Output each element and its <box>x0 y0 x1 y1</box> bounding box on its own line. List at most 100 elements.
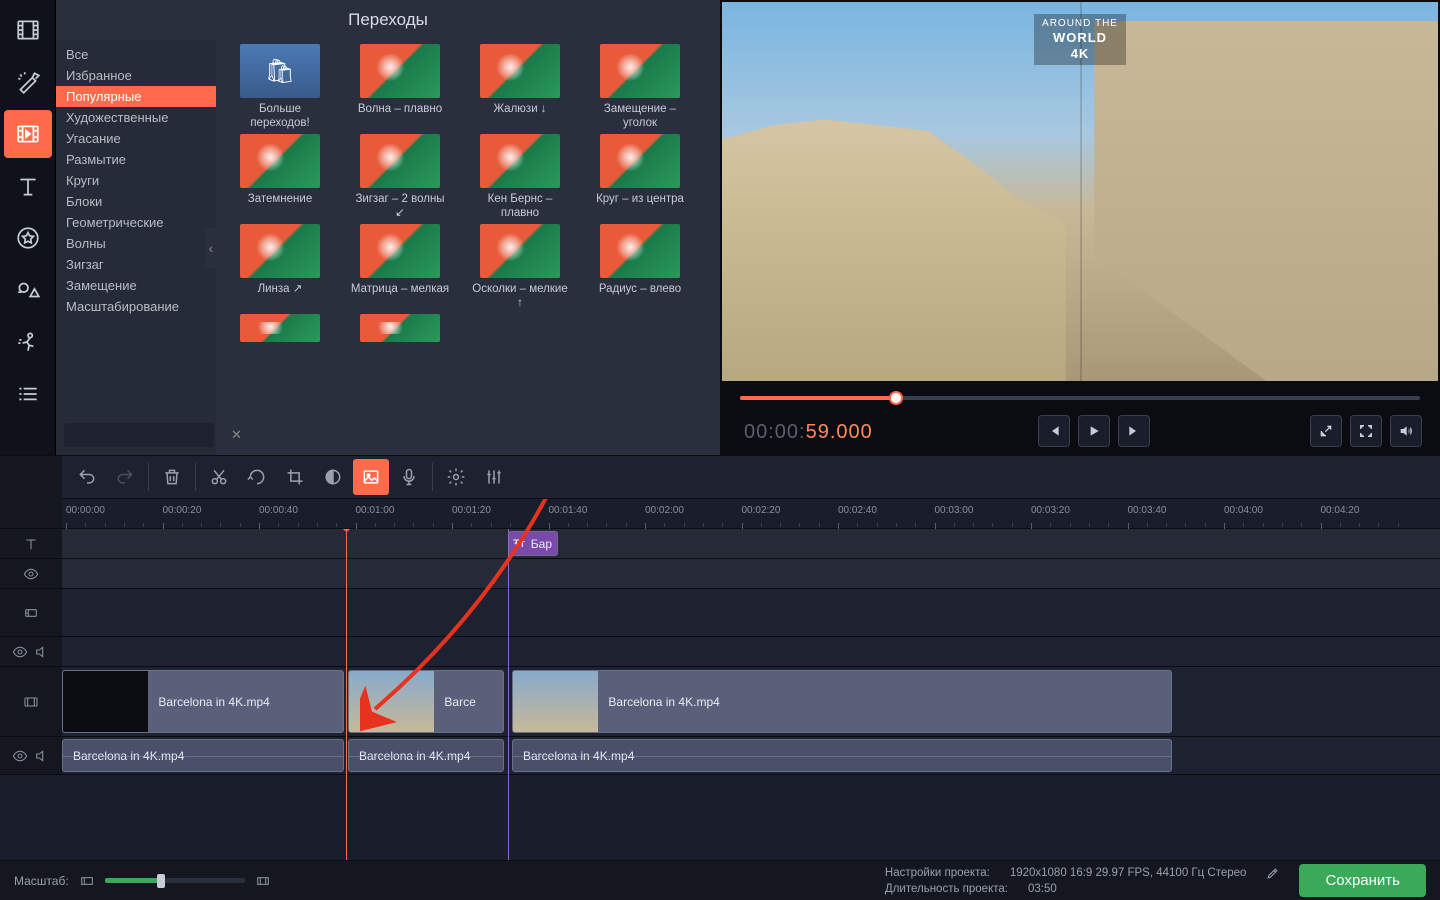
proj-settings-value: 1920x1080 16:9 29.97 FPS, 44100 Гц Стере… <box>1010 867 1247 880</box>
tracks: Ŧт Бар <box>0 529 1440 860</box>
transition-shards-small[interactable]: Осколки – мелкие ↑ <box>470 224 570 310</box>
cat-blur[interactable]: Размытие <box>56 149 216 170</box>
tool-motion[interactable] <box>4 318 52 366</box>
transition-matrix-small[interactable]: Матрица – мелкая <box>350 224 450 310</box>
ruler-tick: 00:03:00 <box>935 505 974 516</box>
video-clip-1[interactable]: Barcelona in 4K.mp4 <box>62 670 344 733</box>
transition-darken[interactable]: Затемнение <box>230 134 330 220</box>
clip-settings-button[interactable] <box>438 459 474 495</box>
store-icon: 🛍 <box>240 44 320 98</box>
collapse-categories[interactable]: ‹ <box>205 228 217 268</box>
cut-button[interactable] <box>201 459 237 495</box>
proj-duration-label: Длительность проекта: <box>885 883 1008 895</box>
fullscreen-button[interactable] <box>1350 415 1382 447</box>
transition-wave-smooth[interactable]: Волна – плавно <box>350 44 450 130</box>
timeline-ruler[interactable]: 00:00:0000:00:2000:00:4000:01:0000:01:20… <box>62 499 1440 528</box>
ruler-tick: 00:01:00 <box>356 505 395 516</box>
delete-button[interactable] <box>154 459 190 495</box>
left-tool-rail <box>0 0 56 455</box>
zoom-in-icon[interactable] <box>255 873 271 889</box>
audio-clip-3[interactable]: Barcelona in 4K.mp4 <box>512 739 1172 772</box>
redo-button[interactable] <box>107 459 143 495</box>
ruler-tick: 00:00:40 <box>259 505 298 516</box>
crop-button[interactable] <box>277 459 313 495</box>
zoom-slider[interactable] <box>105 878 245 883</box>
cat-artistic[interactable]: Художественные <box>56 107 216 128</box>
ruler-tick: 00:02:40 <box>838 505 877 516</box>
proj-duration-value: 03:50 <box>1028 883 1057 895</box>
watermark: AROUND THE WORLD 4K <box>1034 14 1126 65</box>
seek-handle[interactable] <box>889 391 903 405</box>
transition-circle-center[interactable]: Круг – из центра <box>590 134 690 220</box>
volume-button[interactable] <box>1390 415 1422 447</box>
cat-all[interactable]: Все <box>56 44 216 65</box>
transition-more[interactable]: 🛍Больше переходов! <box>230 44 330 130</box>
transition-partial-2[interactable] <box>350 314 450 342</box>
seek-bar[interactable] <box>720 389 1440 407</box>
title-clip[interactable]: Ŧт Бар <box>508 531 558 556</box>
rotate-button[interactable] <box>239 459 275 495</box>
transition-zigzag-2[interactable]: Зигзаг – 2 волны ↙ <box>350 134 450 220</box>
transition-radius-left[interactable]: Радиус – влево <box>590 224 690 310</box>
cat-zoom[interactable]: Масштабирование <box>56 296 216 317</box>
save-button[interactable]: Сохранить <box>1299 864 1426 897</box>
tool-transitions[interactable] <box>4 110 52 158</box>
video-track-head[interactable] <box>0 667 62 736</box>
search-input[interactable] <box>76 428 231 442</box>
mic-button[interactable] <box>391 459 427 495</box>
image-button[interactable] <box>353 459 389 495</box>
cat-blocks[interactable]: Блоки <box>56 191 216 212</box>
search-clear[interactable]: ✕ <box>231 427 242 443</box>
cat-fade[interactable]: Угасание <box>56 128 216 149</box>
cat-replace[interactable]: Замещение <box>56 275 216 296</box>
tool-fx[interactable] <box>4 58 52 106</box>
linked-track-controls[interactable] <box>0 637 62 666</box>
video-track-controls[interactable] <box>0 737 62 774</box>
timeline: 00:00:0000:00:2000:00:4000:01:0000:01:20… <box>0 499 1440 860</box>
ruler-tick: 00:00:20 <box>163 505 202 516</box>
ruler-tick: 00:02:00 <box>645 505 684 516</box>
tool-shapes[interactable] <box>4 266 52 314</box>
cat-waves[interactable]: Волны <box>56 233 216 254</box>
edit-toolbar <box>0 455 1440 499</box>
detach-button[interactable] <box>1310 415 1342 447</box>
title-track-visibility[interactable] <box>0 559 62 588</box>
color-button[interactable] <box>315 459 351 495</box>
next-frame-button[interactable] <box>1118 415 1150 447</box>
linked-track-head[interactable] <box>0 589 62 636</box>
tool-text[interactable] <box>4 162 52 210</box>
ruler-tick: 00:01:20 <box>452 505 491 516</box>
tool-list[interactable] <box>4 370 52 418</box>
browser-title: Переходы <box>56 0 720 40</box>
cat-geometric[interactable]: Геометрические <box>56 212 216 233</box>
title-track-head[interactable] <box>0 529 62 558</box>
zoom-out-icon[interactable] <box>79 873 95 889</box>
transition-lens[interactable]: Линза ↗ <box>230 224 330 310</box>
transition-blinds[interactable]: Жалюзи ↓ <box>470 44 570 130</box>
tool-stickers[interactable] <box>4 214 52 262</box>
cat-circles[interactable]: Круги <box>56 170 216 191</box>
transition-partial-1[interactable] <box>230 314 330 342</box>
play-button[interactable] <box>1078 415 1110 447</box>
cat-fav[interactable]: Избранное <box>56 65 216 86</box>
search-row: ✕ <box>64 423 214 447</box>
category-list: Все Избранное Популярные Художественные … <box>56 40 216 455</box>
preview-video[interactable]: AROUND THE WORLD 4K <box>722 2 1438 381</box>
ruler-tick: 00:03:40 <box>1128 505 1167 516</box>
audio-clip-2[interactable]: Barcelona in 4K.mp4 <box>348 739 504 772</box>
cat-popular[interactable]: Популярные <box>56 86 216 107</box>
undo-button[interactable] <box>69 459 105 495</box>
tool-media[interactable] <box>4 6 52 54</box>
ruler-tick: 00:03:20 <box>1031 505 1070 516</box>
zoom-handle[interactable] <box>157 874 165 888</box>
equalizer-button[interactable] <box>476 459 512 495</box>
edit-settings-icon[interactable] <box>1266 867 1279 880</box>
video-clip-3[interactable]: Barcelona in 4K.mp4 <box>512 670 1172 733</box>
cat-zigzag[interactable]: Зигзаг <box>56 254 216 275</box>
transition-kenburns[interactable]: Кен Бернс – плавно <box>470 134 570 220</box>
transition-replace-corner[interactable]: Замещение – уголок <box>590 44 690 130</box>
proj-settings-label: Настройки проекта: <box>885 867 990 880</box>
audio-clip-1[interactable]: Barcelona in 4K.mp4 <box>62 739 344 772</box>
video-clip-2[interactable]: Barce <box>348 670 504 733</box>
prev-frame-button[interactable] <box>1038 415 1070 447</box>
